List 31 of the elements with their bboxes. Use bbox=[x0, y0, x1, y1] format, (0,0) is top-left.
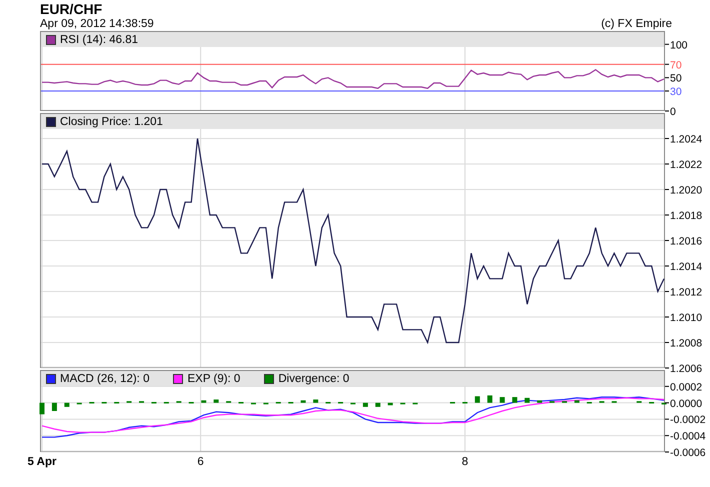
axis-label: 0.0002 bbox=[670, 381, 702, 394]
axis-label: 1.2024 bbox=[670, 134, 702, 146]
axis-label: 1.2022 bbox=[670, 159, 702, 171]
axis-label: 0 bbox=[670, 106, 676, 118]
axis-label: 1.2016 bbox=[670, 236, 702, 248]
axis-label: 1.2018 bbox=[670, 210, 702, 222]
axis-label: 1.2010 bbox=[670, 312, 702, 324]
axis-label: -0.0004 bbox=[670, 430, 706, 443]
axis-label: -0.0006 bbox=[670, 447, 706, 459]
timestamp: Apr 09, 2012 14:38:59 bbox=[40, 18, 154, 31]
chart-title: EUR/CHF bbox=[40, 1, 104, 17]
copyright-text: (c) FX Empire bbox=[601, 18, 672, 31]
axis-label: 1.2006 bbox=[670, 363, 702, 375]
axis-label: 50 bbox=[670, 72, 682, 85]
axis-label: 1.2008 bbox=[670, 338, 702, 350]
legend-label: MACD (26, 12): 0 bbox=[60, 372, 150, 384]
axis-label: 1.2020 bbox=[670, 184, 702, 196]
axis-label: 70 bbox=[670, 59, 682, 72]
axis-label: 5 Apr bbox=[28, 456, 56, 468]
axis-label: 0.0000 bbox=[670, 398, 702, 410]
legend-label: Closing Price: 1.201 bbox=[60, 116, 163, 128]
axis-label: 8 bbox=[462, 456, 468, 468]
axis-label: 1.2012 bbox=[670, 286, 702, 298]
legend-label: Divergence: 0 bbox=[278, 372, 350, 384]
axis-label: -0.0002 bbox=[670, 414, 706, 426]
axis-label: 30 bbox=[670, 86, 682, 98]
legend-label: EXP (9): 0 bbox=[187, 372, 240, 384]
legend-label: RSI (14): 46.81 bbox=[60, 34, 138, 46]
axis-label: 100 bbox=[670, 39, 688, 52]
axis-label: 6 bbox=[197, 456, 204, 468]
axis-label: 1.2014 bbox=[670, 261, 702, 273]
